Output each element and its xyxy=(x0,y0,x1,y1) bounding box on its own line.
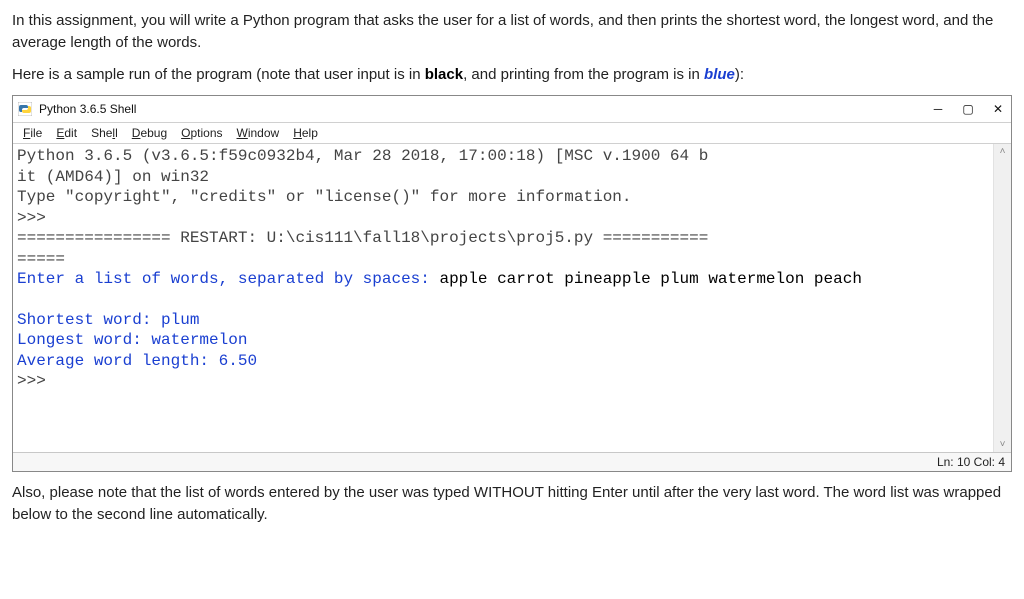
shell-banner-line1: Python 3.6.5 (v3.6.5:f59c0932b4, Mar 28 … xyxy=(17,147,708,165)
intro-p2-prefix: Here is a sample run of the program (not… xyxy=(12,66,425,83)
close-icon[interactable]: ✕ xyxy=(991,102,1005,116)
intro-paragraph-1: In this assignment, you will write a Pyt… xyxy=(12,10,1012,54)
shell-user-input: apple carrot pineapple plum watermelon p… xyxy=(439,270,861,288)
python-icon xyxy=(17,101,33,117)
menubar: File Edit Shell Debug Options Window Hel… xyxy=(13,123,1011,144)
shell-prompt-1: >>> xyxy=(17,209,55,227)
shell-content[interactable]: Python 3.6.5 (v3.6.5:f59c0932b4, Mar 28 … xyxy=(13,144,993,452)
shell-banner-line3: Type "copyright", "credits" or "license(… xyxy=(17,188,632,206)
intro-paragraph-2: Here is a sample run of the program (not… xyxy=(12,64,1012,86)
shell-prompt-2: >>> xyxy=(17,372,55,390)
scrollbar[interactable]: ˄ ˅ xyxy=(993,144,1011,452)
status-text: Ln: 10 Col: 4 xyxy=(937,455,1005,469)
intro-p2-black: black xyxy=(425,66,463,83)
intro-p2-suffix: ): xyxy=(735,66,744,83)
menu-debug[interactable]: Debug xyxy=(126,125,173,141)
menu-help[interactable]: Help xyxy=(287,125,324,141)
minimize-icon[interactable]: ─ xyxy=(931,102,945,116)
titlebar: Python 3.6.5 Shell ─ ▢ ✕ xyxy=(13,96,1011,123)
shell-output-3: Average word length: 6.50 xyxy=(17,352,257,370)
shell-eqline: ===== xyxy=(17,250,65,268)
window-controls: ─ ▢ ✕ xyxy=(931,102,1005,116)
shell-output-1: Shortest word: plum xyxy=(17,311,199,329)
shell-output-2: Longest word: watermelon xyxy=(17,331,247,349)
maximize-icon[interactable]: ▢ xyxy=(961,102,975,116)
note-paragraph: Also, please note that the list of words… xyxy=(12,482,1012,526)
menu-file[interactable]: File xyxy=(17,125,48,141)
shell-input-prompt: Enter a list of words, separated by spac… xyxy=(17,270,439,288)
menu-shell[interactable]: Shell xyxy=(85,125,124,141)
window-title: Python 3.6.5 Shell xyxy=(39,102,931,116)
menu-edit[interactable]: Edit xyxy=(50,125,83,141)
shell-window: Python 3.6.5 Shell ─ ▢ ✕ File Edit Shell… xyxy=(12,95,1012,472)
statusbar: Ln: 10 Col: 4 xyxy=(13,452,1011,471)
menu-window[interactable]: Window xyxy=(231,125,286,141)
shell-restart: ================ RESTART: U:\cis111\fall… xyxy=(17,229,708,247)
intro-p2-blue: blue xyxy=(704,66,735,83)
scroll-up-icon[interactable]: ˄ xyxy=(1000,144,1006,159)
scroll-down-icon[interactable]: ˅ xyxy=(1000,437,1006,452)
shell-banner-line2: it (AMD64)] on win32 xyxy=(17,168,209,186)
intro-p2-mid: , and printing from the program is in xyxy=(463,66,704,83)
menu-options[interactable]: Options xyxy=(175,125,228,141)
